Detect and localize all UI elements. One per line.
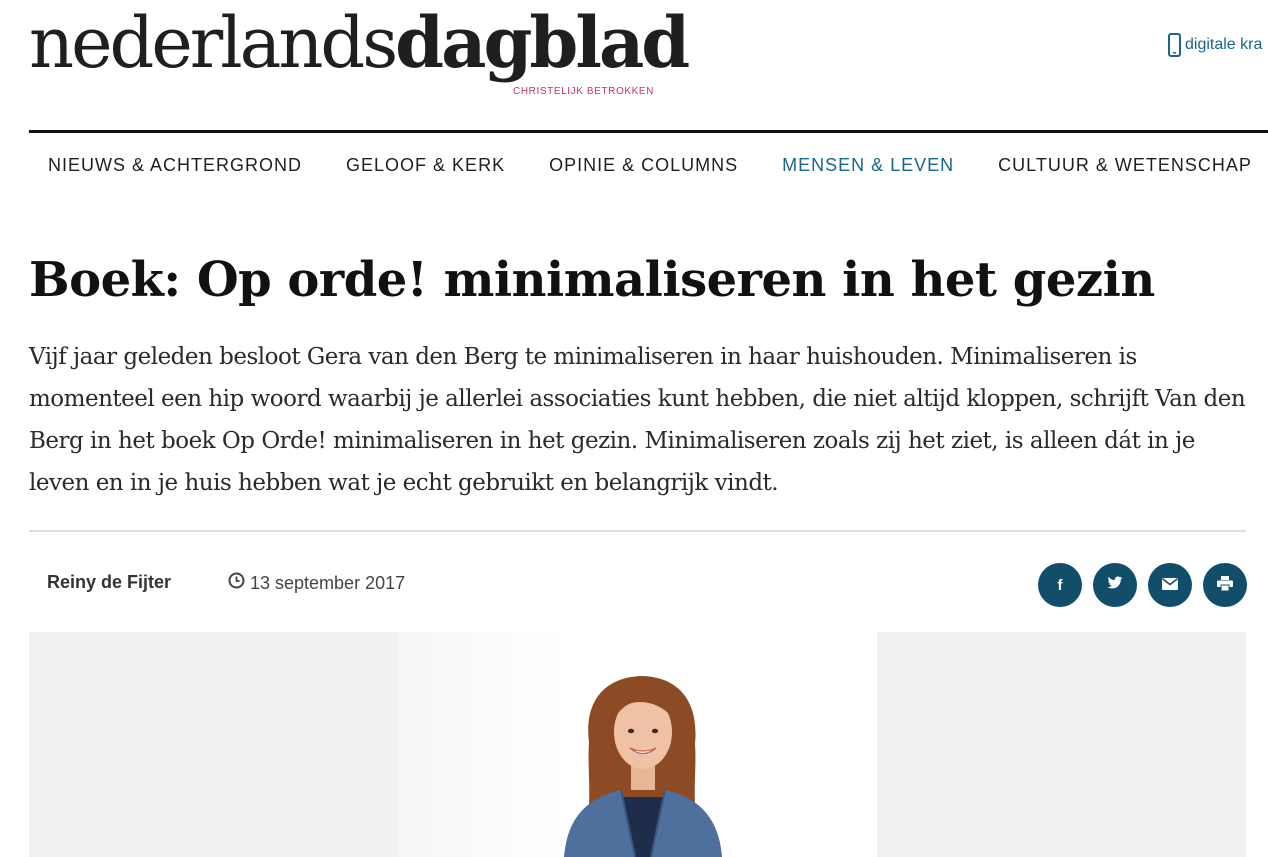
logo-wordmark-light: nederlands: [29, 2, 398, 84]
main-nav: NIEUWS & ACHTERGROND GELOOF & KERK OPINI…: [29, 155, 1268, 176]
email-icon: [1162, 577, 1178, 594]
nav-item-mensen-leven[interactable]: MENSEN & LEVEN: [763, 155, 973, 176]
article-photo: [399, 632, 877, 857]
nav-item-cultuur-wetenschap[interactable]: CULTUUR & WETENSCHAP: [979, 155, 1268, 176]
share-print-button[interactable]: [1203, 563, 1247, 607]
logo-wordmark: nederlandsdagblad: [29, 1, 690, 84]
meta-divider: [29, 530, 1246, 532]
nav-top-rule: [29, 130, 1268, 133]
article-image-area: [29, 632, 1246, 857]
author-portrait-illustration: [564, 676, 722, 857]
digital-edition-link[interactable]: digitale kra: [1168, 33, 1262, 57]
logo-tagline: CHRISTELIJK BETROKKEN: [513, 86, 654, 97]
share-twitter-button[interactable]: [1093, 563, 1137, 607]
share-facebook-button[interactable]: f: [1038, 563, 1082, 607]
nav-item-geloof-kerk[interactable]: GELOOF & KERK: [327, 155, 524, 176]
digital-edition-label: digitale kra: [1185, 36, 1263, 53]
share-email-button[interactable]: [1148, 563, 1192, 607]
phone-icon: [1168, 33, 1181, 57]
facebook-icon: f: [1057, 576, 1063, 594]
clock-icon: [228, 572, 245, 594]
article-title: Boek: Op orde! minimaliseren in het gezi…: [29, 252, 1155, 308]
nav-item-opinie-columns[interactable]: OPINIE & COLUMNS: [530, 155, 757, 176]
article-date-text: 13 september 2017: [250, 572, 406, 593]
twitter-icon: [1107, 576, 1123, 594]
site-logo[interactable]: nederlandsdagblad CHRISTELIJK BETROKKEN: [29, 8, 690, 97]
nav-item-nieuws-achtergrond[interactable]: NIEUWS & ACHTERGROND: [29, 155, 321, 176]
article-date: 13 september 2017: [228, 572, 405, 594]
share-buttons: f: [1038, 563, 1247, 607]
article-author[interactable]: Reiny de Fijter: [47, 572, 171, 593]
print-icon: [1217, 575, 1233, 595]
article-lead: Vijf jaar geleden besloot Gera van den B…: [29, 344, 1246, 496]
logo-wordmark-bold: dagblad: [395, 1, 690, 84]
